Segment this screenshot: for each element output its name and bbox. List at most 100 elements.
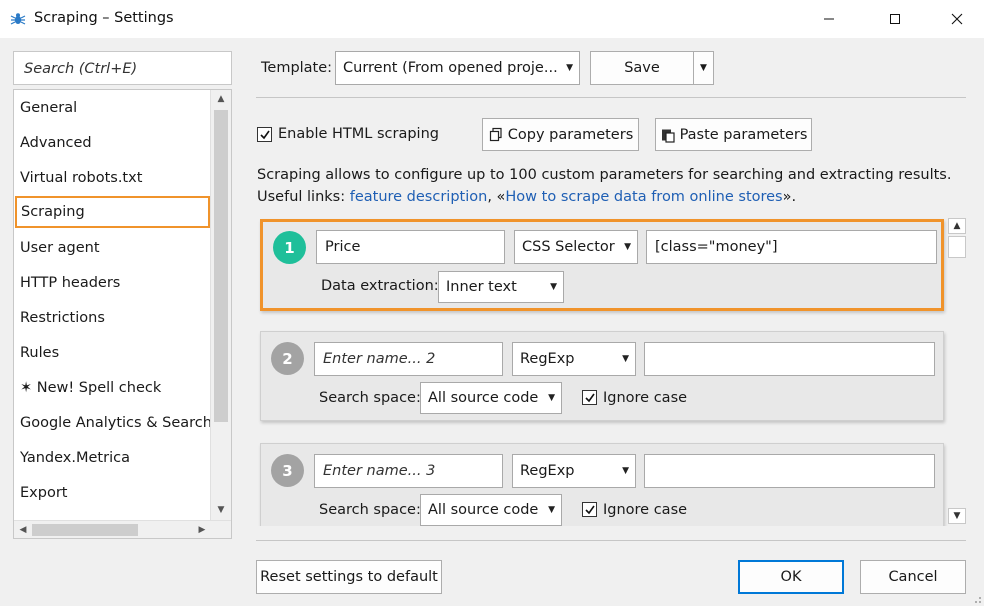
- links-suffix: ».: [782, 189, 797, 205]
- paste-parameters-label: Paste parameters: [679, 126, 808, 143]
- data-extraction-select[interactable]: Inner text ▼: [438, 271, 564, 303]
- data-extraction-label: Data extraction:: [321, 278, 439, 294]
- save-options-dropdown[interactable]: ▼: [693, 51, 714, 85]
- nav-vertical-scrollbar[interactable]: ▲ ▼: [210, 90, 231, 520]
- nav-item-general[interactable]: General: [20, 93, 77, 123]
- search-method-value: RegExp: [520, 463, 575, 479]
- search-expression-input[interactable]: [644, 342, 935, 376]
- copy-parameters-label: Copy parameters: [507, 126, 634, 143]
- scroll-up-arrow-icon[interactable]: ▲: [948, 218, 966, 234]
- cancel-label: Cancel: [888, 569, 938, 585]
- nav-item-advanced[interactable]: Advanced: [20, 128, 92, 158]
- search-method-select[interactable]: RegExp ▼: [512, 454, 636, 488]
- search-space-label: Search space:: [319, 502, 421, 518]
- nav-item-scraping[interactable]: Scraping: [15, 196, 210, 228]
- settings-nav-list: General Advanced Virtual robots.txt Scra…: [13, 89, 232, 539]
- scroll-right-arrow-icon[interactable]: ▶: [194, 522, 210, 538]
- parameter-name-input[interactable]: Enter name... 3: [314, 454, 503, 488]
- copy-icon: [489, 127, 502, 141]
- save-template-button[interactable]: Save: [590, 51, 694, 85]
- minimize-button[interactable]: [806, 0, 852, 38]
- ignore-case-label[interactable]: Ignore case: [603, 390, 687, 406]
- resize-grip-icon[interactable]: [970, 592, 982, 604]
- template-selected-value: Current (From opened proje...: [343, 60, 558, 76]
- reset-settings-label: Reset settings to default: [260, 569, 438, 585]
- scrape-stores-link[interactable]: How to scrape data from online stores: [505, 189, 782, 205]
- parameter-name-input[interactable]: Enter name... 2: [314, 342, 503, 376]
- parameter-card-3: 3 Enter name... 3 RegExp ▼ Search space:…: [260, 443, 944, 526]
- chevron-down-icon: ▼: [622, 354, 629, 364]
- nav-item-virtual-robots[interactable]: Virtual robots.txt: [20, 163, 142, 193]
- data-extraction-value: Inner text: [446, 279, 517, 295]
- ignore-case-checkbox[interactable]: [582, 502, 597, 517]
- nav-item-user-agent[interactable]: User agent: [20, 233, 100, 263]
- ok-button[interactable]: OK: [738, 560, 844, 594]
- window-title: Scraping – Settings: [34, 10, 174, 26]
- useful-links-prefix: Useful links:: [257, 189, 350, 205]
- parameter-card-2: 2 Enter name... 2 RegExp ▼ Search space:…: [260, 331, 944, 421]
- chevron-down-icon: ▼: [548, 505, 555, 515]
- ok-label: OK: [780, 569, 802, 585]
- search-method-select[interactable]: CSS Selector ▼: [514, 230, 638, 264]
- chevron-down-icon: ▼: [624, 242, 631, 252]
- ignore-case-label[interactable]: Ignore case: [603, 502, 687, 518]
- paste-icon: [661, 129, 675, 143]
- search-space-select[interactable]: All source code ▼: [420, 382, 562, 414]
- nav-item-rules[interactable]: Rules: [20, 338, 59, 368]
- nav-vertical-scroll-thumb[interactable]: [214, 110, 228, 422]
- enable-scraping-label[interactable]: Enable HTML scraping: [278, 126, 439, 142]
- parameter-name-input[interactable]: Price: [316, 230, 505, 264]
- title-bar: Scraping – Settings: [0, 0, 984, 38]
- scroll-down-arrow-icon[interactable]: ▼: [948, 508, 966, 524]
- search-method-value: RegExp: [520, 351, 575, 367]
- nav-item-spell-check[interactable]: ✶ New! Spell check: [20, 373, 161, 403]
- spider-app-icon: [10, 11, 26, 27]
- scraping-description: Scraping allows to configure up to 100 c…: [257, 167, 952, 183]
- parameter-number-badge: 1: [273, 231, 306, 264]
- divider: [256, 97, 966, 98]
- feature-description-link[interactable]: feature description: [350, 189, 488, 205]
- nav-horizontal-scrollbar[interactable]: ◀ ▶: [14, 520, 231, 538]
- nav-item-export[interactable]: Export: [20, 478, 67, 508]
- reset-settings-button[interactable]: Reset settings to default: [256, 560, 442, 594]
- close-button[interactable]: [934, 0, 980, 38]
- enable-scraping-checkbox[interactable]: [257, 127, 272, 142]
- cancel-button[interactable]: Cancel: [860, 560, 966, 594]
- nav-item-google-analytics[interactable]: Google Analytics & Search Console: [20, 408, 231, 438]
- settings-search-input[interactable]: Search (Ctrl+E): [13, 51, 232, 85]
- search-method-value: CSS Selector: [522, 239, 615, 255]
- checkmark-icon: [585, 393, 595, 403]
- search-method-select[interactable]: RegExp ▼: [512, 342, 636, 376]
- parameter-number-badge: 3: [271, 454, 304, 487]
- search-space-value: All source code: [428, 390, 539, 406]
- nav-horizontal-scroll-thumb[interactable]: [32, 524, 138, 536]
- template-label: Template:: [261, 60, 333, 76]
- scroll-left-arrow-icon[interactable]: ◀: [15, 522, 31, 538]
- nav-item-restrictions[interactable]: Restrictions: [20, 303, 105, 333]
- divider: [256, 540, 966, 541]
- paste-parameters-button[interactable]: Paste parameters: [655, 118, 812, 151]
- maximize-button[interactable]: [872, 0, 918, 38]
- chevron-down-icon: ▼: [566, 63, 573, 73]
- copy-parameters-button[interactable]: Copy parameters: [482, 118, 639, 151]
- parameters-scroll-thumb[interactable]: [948, 236, 966, 258]
- checkmark-icon: [260, 130, 270, 140]
- parameters-scrollbar[interactable]: ▲ ▼: [948, 218, 966, 526]
- scroll-down-arrow-icon[interactable]: ▼: [213, 502, 229, 518]
- search-space-select[interactable]: All source code ▼: [420, 494, 562, 526]
- parameter-card-1: 1 Price CSS Selector ▼ [class="money"] D…: [260, 219, 944, 311]
- chevron-down-icon: ▼: [550, 282, 557, 292]
- checkmark-icon: [585, 505, 595, 515]
- chevron-down-icon: ▼: [622, 466, 629, 476]
- useful-links-line: Useful links: feature description, «How …: [257, 189, 796, 205]
- search-expression-input[interactable]: [class="money"]: [646, 230, 937, 264]
- nav-item-yandex-metrica[interactable]: Yandex.Metrica: [20, 443, 130, 473]
- parameters-list: 1 Price CSS Selector ▼ [class="money"] D…: [255, 212, 955, 526]
- search-space-value: All source code: [428, 502, 539, 518]
- template-select[interactable]: Current (From opened proje... ▼: [335, 51, 580, 85]
- chevron-down-icon: ▼: [700, 63, 707, 73]
- search-expression-input[interactable]: [644, 454, 935, 488]
- nav-item-http-headers[interactable]: HTTP headers: [20, 268, 120, 298]
- ignore-case-checkbox[interactable]: [582, 390, 597, 405]
- scroll-up-arrow-icon[interactable]: ▲: [213, 91, 229, 107]
